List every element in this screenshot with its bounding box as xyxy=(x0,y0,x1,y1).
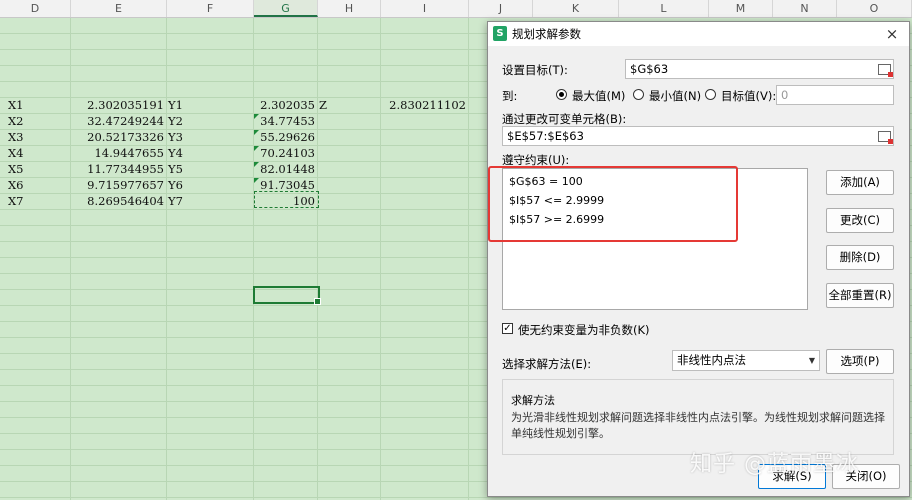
range-select-icon[interactable] xyxy=(878,64,893,77)
gridline xyxy=(70,18,71,500)
range-select-icon[interactable] xyxy=(878,131,893,144)
add-button[interactable]: 添加(A) xyxy=(826,170,894,195)
radio-min-label[interactable]: 最小值(N) xyxy=(649,88,701,104)
cell-h-z[interactable]: Z xyxy=(319,97,327,113)
method-description-group: 求解方法 为光滑非线性规划求解问题选择非线性内点法引擎。为线性规划求解问题选择单… xyxy=(502,379,894,455)
gridline xyxy=(317,18,318,500)
column-header-g[interactable]: G xyxy=(254,0,318,17)
cell-d-x7[interactable]: X7 xyxy=(8,193,24,209)
column-header-n[interactable]: N xyxy=(773,0,837,17)
cell-e-x2[interactable]: 32.47249244 xyxy=(72,113,164,129)
cell-e-x7[interactable]: 8.269546404 xyxy=(72,193,164,209)
gridline xyxy=(166,18,167,500)
cell-e-x6[interactable]: 9.715977657 xyxy=(72,177,164,193)
method-label: 选择求解方法(E): xyxy=(502,357,592,371)
cell-d-x5[interactable]: X5 xyxy=(8,161,24,177)
cell-e-x4[interactable]: 14.9447655 xyxy=(72,145,164,161)
cell-f-y3[interactable]: Y3 xyxy=(168,129,183,145)
cell-g-y7[interactable]: 100 xyxy=(255,193,315,209)
radio-value[interactable] xyxy=(705,89,716,100)
radio-min[interactable] xyxy=(633,89,644,100)
column-header-k[interactable]: K xyxy=(533,0,619,17)
cell-e-x3[interactable]: 20.52173326 xyxy=(72,129,164,145)
column-header-i[interactable]: I xyxy=(381,0,469,17)
radio-max-label[interactable]: 最大值(M) xyxy=(572,88,625,104)
column-header-h[interactable]: H xyxy=(318,0,381,17)
target-value-input[interactable]: 0 xyxy=(776,85,894,105)
target-input[interactable]: $G$63 xyxy=(625,59,894,79)
cell-g-y2[interactable]: 34.77453 xyxy=(255,113,315,129)
change-cells-label: 通过更改可变单元格(B): xyxy=(502,112,627,126)
dialog-title: 规划求解参数 xyxy=(512,27,581,41)
cell-f-y2[interactable]: Y2 xyxy=(168,113,183,129)
target-label: 设置目标(T): xyxy=(502,63,568,77)
cell-d-x4[interactable]: X4 xyxy=(8,145,24,161)
close-icon[interactable]: × xyxy=(881,23,903,45)
cell-g-y1[interactable]: 2.302035 xyxy=(255,97,315,113)
cell-e-x5[interactable]: 11.77344955 xyxy=(72,161,164,177)
delete-button[interactable]: 删除(D) xyxy=(826,245,894,270)
change-cells-input[interactable]: $E$57:$E$63 xyxy=(502,126,894,146)
method-select[interactable]: 非线性内点法 ▼ xyxy=(672,350,820,371)
cell-d-x2[interactable]: X2 xyxy=(8,113,24,129)
dialog-titlebar[interactable]: S 规划求解参数 × xyxy=(488,22,909,46)
cell-d-x6[interactable]: X6 xyxy=(8,177,24,193)
reset-all-button[interactable]: 全部重置(R) xyxy=(826,283,894,308)
cell-e-x1[interactable]: 2.302035191 xyxy=(72,97,164,113)
method-description: 为光滑非线性规划求解问题选择非线性内点法引擎。为线性规划求解问题选择单纯线性规划… xyxy=(511,411,885,440)
column-header-m[interactable]: M xyxy=(709,0,773,17)
change-button[interactable]: 更改(C) xyxy=(826,208,894,233)
method-select-value: 非线性内点法 xyxy=(677,353,746,367)
watermark-text: 知乎 @蓝雨墨冰 xyxy=(690,452,859,477)
cell-d-x1[interactable]: X1 xyxy=(8,97,24,113)
cell-f-y7[interactable]: Y7 xyxy=(168,193,183,209)
column-header-d[interactable]: D xyxy=(0,0,71,17)
group-title: 求解方法 xyxy=(511,394,555,407)
selected-cell[interactable] xyxy=(253,286,320,304)
fill-handle[interactable] xyxy=(314,298,321,305)
cell-g-y4[interactable]: 70.24103 xyxy=(255,145,315,161)
solver-parameters-dialog: S 规划求解参数 × 设置目标(T): $G$63 到: 最大值(M) 最小值(… xyxy=(487,21,910,497)
column-header-e[interactable]: E xyxy=(71,0,167,17)
to-label: 到: xyxy=(502,89,518,103)
cell-f-y5[interactable]: Y5 xyxy=(168,161,183,177)
gridline xyxy=(253,18,254,500)
nonnegative-checkbox[interactable]: ✓ xyxy=(502,323,513,334)
highlight-annotation xyxy=(488,166,738,242)
cell-f-y1[interactable]: Y1 xyxy=(168,97,183,113)
gridline xyxy=(468,18,469,500)
column-header-bar: D E F G H I J K L M N O xyxy=(0,0,912,18)
options-button[interactable]: 选项(P) xyxy=(826,349,894,374)
column-header-l[interactable]: L xyxy=(619,0,709,17)
radio-max[interactable] xyxy=(556,89,567,100)
cell-i-z-value[interactable]: 2.830211102 xyxy=(382,97,466,113)
column-header-f[interactable]: F xyxy=(167,0,254,17)
cell-f-y6[interactable]: Y6 xyxy=(168,177,183,193)
nonnegative-label[interactable]: 使无约束变量为非负数(K) xyxy=(518,322,650,338)
column-header-o[interactable]: O xyxy=(837,0,912,17)
chevron-down-icon: ▼ xyxy=(808,356,815,365)
column-header-j[interactable]: J xyxy=(469,0,533,17)
cell-f-y4[interactable]: Y4 xyxy=(168,145,183,161)
app-icon: S xyxy=(493,26,507,41)
cell-d-x3[interactable]: X3 xyxy=(8,129,24,145)
cell-g-y5[interactable]: 82.01448 xyxy=(255,161,315,177)
cell-g-y3[interactable]: 55.29626 xyxy=(255,129,315,145)
radio-value-label[interactable]: 目标值(V): xyxy=(721,88,776,104)
gridline xyxy=(380,18,381,500)
